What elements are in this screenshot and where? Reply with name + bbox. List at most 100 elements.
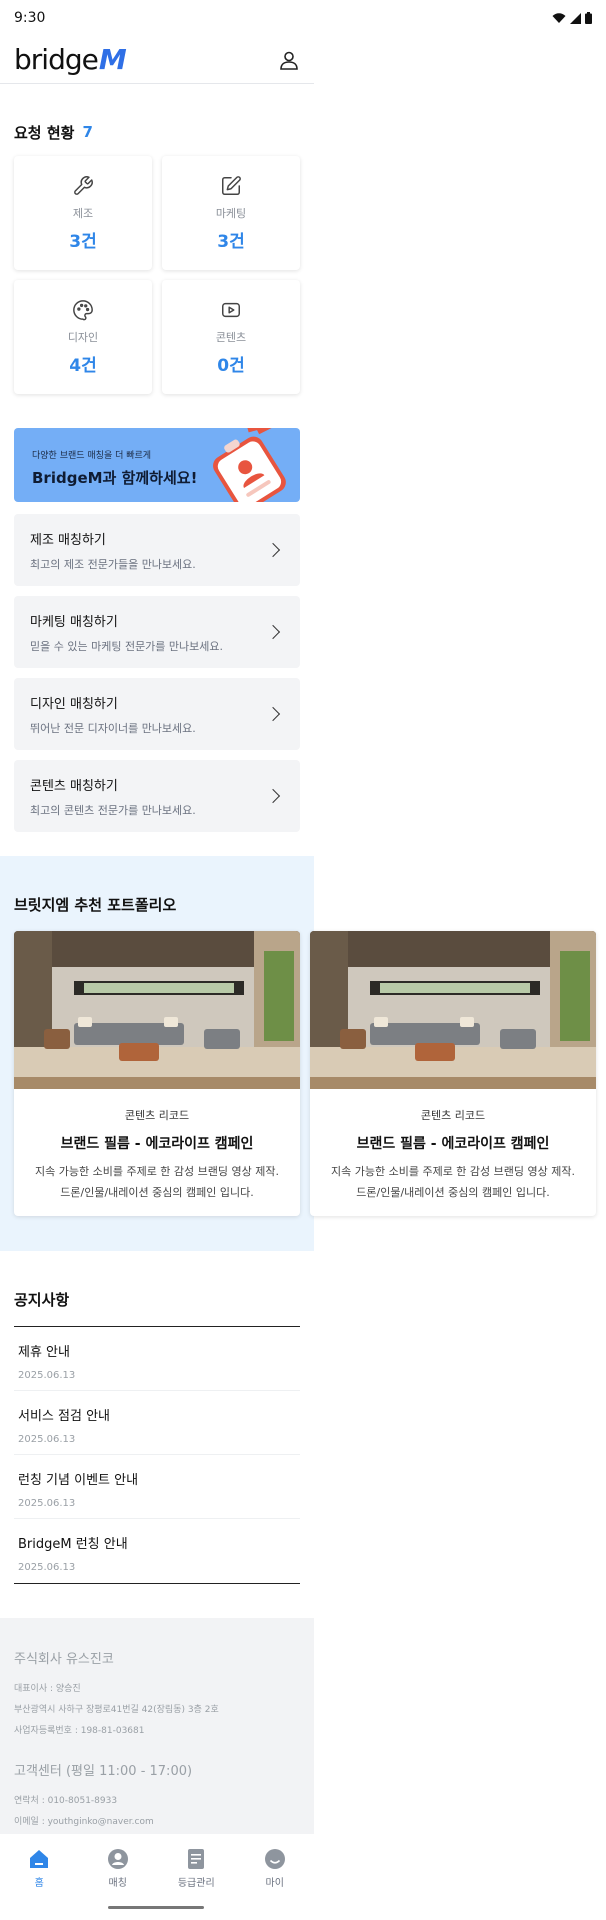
matching-list: 제조 매칭하기 최고의 제조 전문가들을 만나보세요. 마케팅 매칭하기 믿을 … (0, 514, 314, 832)
portfolio-image (14, 931, 300, 1089)
match-item-title: 디자인 매칭하기 (30, 696, 118, 712)
request-card-marketing[interactable]: 마케팅 3건 (162, 156, 300, 270)
nav-grade[interactable]: 등급관리 (161, 1848, 231, 1889)
footer-cs-title: 고객센터 (평일 11:00 - 17:00) (14, 1764, 193, 1779)
portfolio-desc-line: 드론/인물/내레이션 중심의 캠페인 입니다. (356, 1186, 550, 1199)
chevron-right-icon (265, 624, 281, 640)
company-footer: 주식회사 유스진코 대표이사 : 양승진 부산광역시 사하구 장평로41번길 4… (0, 1618, 314, 1834)
match-item-desc: 뛰어난 전문 디자이너를 만나보세요. (30, 721, 196, 735)
footer-address: 부산광역시 사하구 장평로41번길 42(장림동) 3층 2호 (14, 1705, 219, 1715)
portfolio-card-title: 브랜드 필름 - 에코라이프 캠페인 (356, 1136, 550, 1152)
request-card-label: 콘텐츠 (215, 330, 247, 344)
portfolio-category: 콘텐츠 리코드 (420, 1109, 486, 1122)
status-time: 9:30 (14, 10, 46, 26)
portfolio-desc-line: 드론/인물/내레이션 중심의 캠페인 입니다. (60, 1186, 254, 1199)
app-logo[interactable]: bridge M (14, 43, 127, 76)
id-card-illustration (213, 428, 286, 502)
notice-item[interactable]: 서비스 점검 안내 2025.06.13 (14, 1391, 300, 1455)
notice-item[interactable]: 런칭 기념 이벤트 안내 2025.06.13 (14, 1455, 300, 1519)
footer-phone: 연락처 : 010-8051-8933 (14, 1796, 118, 1806)
notice-title: 공지사항 (14, 1291, 70, 1309)
home-indicator (108, 1906, 204, 1909)
chevron-right-icon (265, 542, 281, 558)
portfolio-carousel[interactable]: 콘텐츠 리코드 브랜드 필름 - 에코라이프 캠페인 지속 가능한 소비를 주제… (14, 931, 606, 1216)
status-bar: 9:30 (0, 0, 606, 36)
footer-email[interactable]: 이메일 : youthginko@naver.com (14, 1814, 300, 1827)
footer-biz-no: 사업자등록번호 : 198-81-03681 (14, 1726, 145, 1736)
notice-item-title: BridgeM 런칭 안내 (18, 1537, 128, 1552)
home-icon (30, 1850, 49, 1868)
profile-icon[interactable] (278, 49, 300, 71)
portfolio-card[interactable]: 콘텐츠 리코드 브랜드 필름 - 에코라이프 캠페인 지속 가능한 소비를 주제… (14, 931, 300, 1216)
portfolio-title: 브릿지엠 추천 포트폴리오 (14, 896, 177, 914)
request-card-label: 제조 (72, 206, 94, 220)
request-card-value: 4건 (69, 355, 97, 376)
logo-accent: M (98, 43, 127, 76)
chevron-right-icon (265, 788, 281, 804)
user-icon (107, 1849, 128, 1869)
request-status-heading: 요청 현황 7 (0, 122, 314, 142)
match-item-desc: 최고의 제조 전문가들을 만나보세요. (30, 557, 196, 571)
portfolio-card-title: 브랜드 필름 - 에코라이프 캠페인 (60, 1136, 254, 1152)
request-card-design[interactable]: 디자인 4건 (14, 280, 152, 394)
match-item-desc: 최고의 콘텐츠 전문가를 만나보세요. (30, 803, 196, 817)
notice-item[interactable]: BridgeM 런칭 안내 2025.06.13 (14, 1519, 300, 1583)
request-status-count: 7 (82, 123, 93, 141)
match-item-title: 콘텐츠 매칭하기 (30, 778, 118, 794)
notice-item[interactable]: 제휴 안내 2025.06.13 (14, 1327, 300, 1391)
portfolio-desc-line: 지속 가능한 소비를 주제로 한 감성 브랜딩 영상 제작. (331, 1165, 575, 1178)
request-card-label: 마케팅 (215, 206, 247, 220)
match-item-title: 마케팅 매칭하기 (30, 614, 118, 630)
battery-icon (585, 12, 592, 24)
notice-item-date: 2025.06.13 (18, 1562, 76, 1573)
chevron-right-icon (265, 706, 281, 722)
request-card-label: 디자인 (67, 330, 99, 344)
notice-list: 제휴 안내 2025.06.13 서비스 점검 안내 2025.06.13 런칭… (14, 1326, 300, 1584)
status-icons (552, 12, 592, 24)
portfolio-card[interactable]: 콘텐츠 리코드 브랜드 필름 - 에코라이프 캠페인 지속 가능한 소비를 주제… (310, 931, 596, 1216)
nav-home[interactable]: 홈 (4, 1848, 74, 1889)
match-item-design[interactable]: 디자인 매칭하기 뛰어난 전문 디자이너를 만나보세요. (14, 678, 300, 750)
portfolio-section: 브릿지엠 추천 포트폴리오 콘텐츠 리코드 브랜드 필름 - 에코라이프 캠페인… (0, 856, 596, 1251)
nav-label: 등급관리 (177, 1878, 215, 1889)
match-item-manufacturing[interactable]: 제조 매칭하기 최고의 제조 전문가들을 만나보세요. (14, 514, 300, 586)
edit-icon (222, 175, 241, 195)
notice-item-date: 2025.06.13 (18, 1434, 76, 1445)
notice-item-date: 2025.06.13 (18, 1498, 76, 1509)
nav-label: 마이 (265, 1878, 284, 1889)
notice-item-title: 제휴 안내 (18, 1345, 70, 1360)
nav-my[interactable]: 마이 (240, 1848, 310, 1889)
main-content: 요청 현황 7 제조 3건 마케팅 3건 디자인 4건 콘텐츠 0건 다양한 브… (0, 122, 596, 1834)
palette-icon (73, 299, 93, 320)
wifi-icon (552, 12, 566, 23)
footer-ceo: 대표이사 : 양승진 (14, 1684, 81, 1694)
bottom-nav: 홈 매칭 등급관리 마이 (0, 1842, 314, 1902)
match-item-content[interactable]: 콘텐츠 매칭하기 최고의 콘텐츠 전문가를 만나보세요. (14, 760, 300, 832)
signal-icon (570, 12, 581, 24)
nav-label: 홈 (34, 1878, 44, 1889)
request-card-value: 0건 (217, 355, 245, 376)
request-card-value: 3건 (69, 231, 97, 252)
notice-item-title: 서비스 점검 안내 (18, 1409, 110, 1424)
document-icon (188, 1849, 205, 1869)
request-card-manufacturing[interactable]: 제조 3건 (14, 156, 152, 270)
request-status-grid: 제조 3건 마케팅 3건 디자인 4건 콘텐츠 0건 (0, 156, 314, 394)
nav-label: 매칭 (108, 1878, 127, 1889)
nav-matching[interactable]: 매칭 (83, 1848, 153, 1889)
footer-company: 주식회사 유스진코 (14, 1652, 114, 1667)
play-icon (222, 302, 240, 317)
match-item-marketing[interactable]: 마케팅 매칭하기 믿을 수 있는 마케팅 전문가를 만나보세요. (14, 596, 300, 668)
app-header: bridge M (0, 36, 314, 84)
request-card-content[interactable]: 콘텐츠 0건 (162, 280, 300, 394)
match-item-desc: 믿을 수 있는 마케팅 전문가를 만나보세요. (30, 639, 224, 653)
wrench-icon (74, 175, 93, 195)
notice-item-title: 런칭 기념 이벤트 안내 (18, 1473, 139, 1488)
request-status-title: 요청 현황 (14, 123, 75, 142)
portfolio-image (310, 931, 596, 1089)
promo-banner[interactable]: 다양한 브랜드 매칭을 더 빠르게 BridgeM과 함께하세요! (14, 428, 300, 502)
portfolio-desc-line: 지속 가능한 소비를 주제로 한 감성 브랜딩 영상 제작. (35, 1165, 279, 1178)
request-card-value: 3건 (217, 231, 245, 252)
notice-item-date: 2025.06.13 (18, 1370, 76, 1381)
smile-icon (264, 1849, 285, 1869)
notice-section: 공지사항 제휴 안내 2025.06.13 서비스 점검 안내 2025.06.… (0, 1289, 314, 1584)
